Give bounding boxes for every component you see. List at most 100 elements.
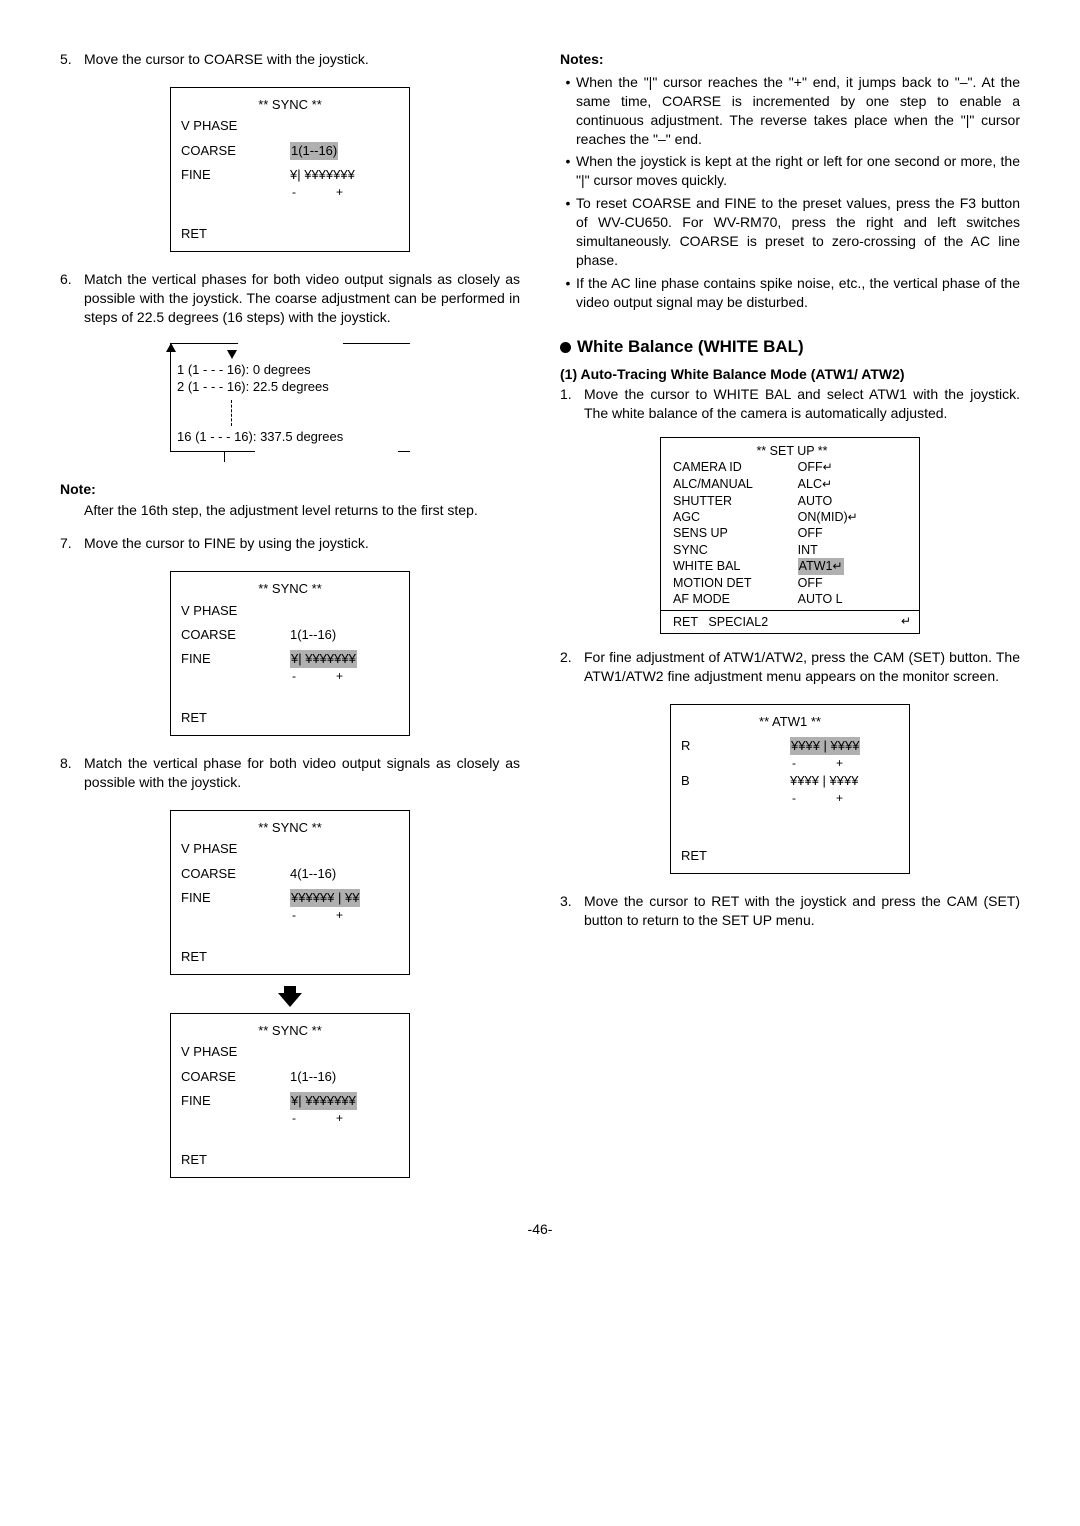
setup-value: ON(MID) xyxy=(798,510,848,524)
setup-ret: RET xyxy=(673,615,698,629)
wb-step-2: 2. For fine adjustment of ATW1/ATW2, pre… xyxy=(560,648,1020,686)
plus-sign: + xyxy=(836,755,843,772)
coarse-value-hl: 1(1--16) xyxy=(290,142,338,160)
step-number: 6. xyxy=(60,270,84,327)
setup-special: SPECIAL2 xyxy=(708,615,768,629)
sync-menu-box-2: ** SYNC ** V PHASE COARSE 1(1--16) FINE … xyxy=(170,571,410,736)
sync-title: ** SYNC ** xyxy=(181,96,399,114)
section-bullet-icon xyxy=(560,342,571,353)
notes-header: Notes: xyxy=(560,50,1020,69)
wb-step-1: 1. Move the cursor to WHITE BAL and sele… xyxy=(560,385,1020,423)
plus-sign: + xyxy=(836,790,843,807)
atw-title: ** ATW1 ** xyxy=(681,713,899,731)
coarse-value: 1(1--16) xyxy=(290,1068,399,1086)
diagram-line-3: 16 (1 - - - 16): 337.5 degrees xyxy=(177,428,410,446)
atw-r-label: R xyxy=(681,737,790,772)
setup-value: OFF xyxy=(798,460,823,474)
fine-bar-hl: ¥| ¥¥¥¥¥¥¥ xyxy=(290,1092,357,1110)
setup-label: AF MODE xyxy=(673,591,798,607)
step-text: For fine adjustment of ATW1/ATW2, press … xyxy=(584,648,1020,686)
diagram-line-2: 2 (1 - - - 16): 22.5 degrees xyxy=(177,378,410,396)
white-balance-section-header: White Balance (WHITE BAL) xyxy=(560,336,1020,359)
minus-sign: - xyxy=(292,907,296,924)
atw-b-bar: ¥¥¥¥ | ¥¥¥¥ xyxy=(790,773,858,788)
sync-title: ** SYNC ** xyxy=(181,580,399,598)
setup-value: ALC xyxy=(798,477,822,491)
vphase-label: V PHASE xyxy=(181,840,290,858)
setup-label: WHITE BAL xyxy=(673,558,798,575)
notes-list: •When the "|" cursor reaches the "+" end… xyxy=(560,73,1020,312)
ret-label: RET xyxy=(181,1151,207,1169)
vphase-label: V PHASE xyxy=(181,602,290,620)
setup-label: SYNC xyxy=(673,542,798,558)
return-icon: ↵ xyxy=(901,614,911,630)
note-item: When the "|" cursor reaches the "+" end,… xyxy=(576,73,1020,149)
coarse-label: COARSE xyxy=(181,865,290,883)
step-7: 7. Move the cursor to FINE by using the … xyxy=(60,534,520,553)
step-5: 5. Move the cursor to COARSE with the jo… xyxy=(60,50,520,69)
setup-value: OFF xyxy=(798,575,911,591)
page-number: -46- xyxy=(60,1220,1020,1239)
step-number: 2. xyxy=(560,648,584,686)
note-item: If the AC line phase contains spike nois… xyxy=(576,274,1020,312)
step-6: 6. Match the vertical phases for both vi… xyxy=(60,270,520,327)
sync-title: ** SYNC ** xyxy=(181,819,399,837)
minus-sign: - xyxy=(292,1110,296,1127)
page-columns: 5. Move the cursor to COARSE with the jo… xyxy=(60,50,1020,1196)
setup-label: SENS UP xyxy=(673,525,798,541)
return-icon: ↵ xyxy=(822,477,832,491)
step-text: Move the cursor to FINE by using the joy… xyxy=(84,534,520,553)
arrow-down-icon xyxy=(227,350,237,359)
step-number: 8. xyxy=(60,754,84,792)
step-text: Move the cursor to RET with the joystick… xyxy=(584,892,1020,930)
setup-value: INT xyxy=(798,542,911,558)
step-number: 1. xyxy=(560,385,584,423)
right-column: Notes: •When the "|" cursor reaches the … xyxy=(560,50,1020,1196)
return-icon: ↵ xyxy=(823,460,833,474)
setup-title: ** SET UP ** xyxy=(673,443,911,459)
setup-label: MOTION DET xyxy=(673,575,798,591)
plus-sign: + xyxy=(336,668,343,685)
fine-label: FINE xyxy=(181,166,290,201)
coarse-label: COARSE xyxy=(181,1068,290,1086)
left-column: 5. Move the cursor to COARSE with the jo… xyxy=(60,50,520,1196)
step-text: Move the cursor to COARSE with the joyst… xyxy=(84,50,520,69)
setup-value-hl: ATW1 xyxy=(799,559,833,573)
sync-menu-box-3: ** SYNC ** V PHASE COARSE 4(1--16) FINE … xyxy=(170,810,410,975)
plus-sign: + xyxy=(336,907,343,924)
step-text: Match the vertical phase for both video … xyxy=(84,754,520,792)
step-text: Match the vertical phases for both video… xyxy=(84,270,520,327)
fine-label: FINE xyxy=(181,650,290,685)
fine-bar-hl: ¥¥¥¥¥¥ | ¥¥ xyxy=(290,889,360,907)
setup-label: ALC/MANUAL xyxy=(673,476,798,493)
atw-r-bar: ¥¥¥¥ | ¥¥¥¥ xyxy=(790,737,860,755)
coarse-value: 1(1--16) xyxy=(290,626,399,644)
vphase-label: V PHASE xyxy=(181,1043,290,1061)
ret-label: RET xyxy=(181,225,207,243)
fine-label: FINE xyxy=(181,889,290,924)
note-header: Note: xyxy=(60,480,520,499)
arrow-up-icon xyxy=(166,343,176,352)
degree-diagram: 1 (1 - - - 16): 0 degrees 2 (1 - - - 16)… xyxy=(170,343,410,463)
vphase-label: V PHASE xyxy=(181,117,290,135)
note-item: To reset COARSE and FINE to the preset v… xyxy=(576,194,1020,270)
minus-sign: - xyxy=(792,790,796,807)
setup-menu-box: ** SET UP ** CAMERA IDOFF↵ ALC/MANUALALC… xyxy=(660,437,920,634)
setup-label: CAMERA ID xyxy=(673,459,798,476)
section-title: White Balance (WHITE BAL) xyxy=(577,336,804,359)
wb-subheader: (1) Auto-Tracing White Balance Mode (ATW… xyxy=(560,365,1020,384)
plus-sign: + xyxy=(336,184,343,201)
minus-sign: - xyxy=(792,755,796,772)
step-number: 3. xyxy=(560,892,584,930)
ret-label: RET xyxy=(181,709,207,727)
minus-sign: - xyxy=(292,184,296,201)
sync-menu-box-1: ** SYNC ** V PHASE COARSE 1(1--16) FINE … xyxy=(170,87,410,252)
step-text: Move the cursor to WHITE BAL and select … xyxy=(584,385,1020,423)
ret-label: RET xyxy=(181,948,207,966)
atw-ret: RET xyxy=(681,847,707,865)
coarse-label: COARSE xyxy=(181,626,290,644)
return-icon: ↵ xyxy=(832,559,842,573)
coarse-label: COARSE xyxy=(181,142,290,160)
fine-label: FINE xyxy=(181,1092,290,1127)
atw-b-label: B xyxy=(681,772,790,807)
